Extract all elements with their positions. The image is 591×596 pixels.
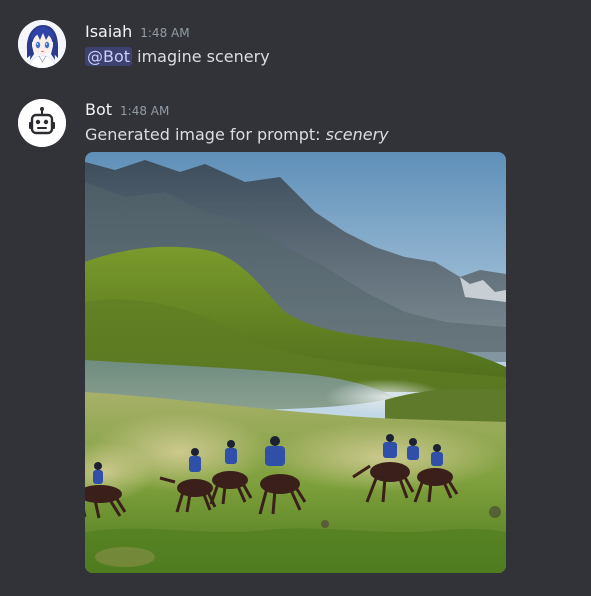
- username[interactable]: Isaiah: [85, 21, 132, 43]
- message-header: Isaiah 1:48 AM: [85, 21, 190, 44]
- bot-avatar[interactable]: [18, 99, 66, 147]
- message-text: Generated image for prompt:: [85, 125, 326, 144]
- message-item: Bot 1:48 AM Generated image for prompt: …: [0, 92, 591, 596]
- prompt-text: scenery: [325, 125, 389, 144]
- user-avatar[interactable]: [18, 20, 66, 68]
- message-header: Bot 1:48 AM: [85, 99, 169, 122]
- username[interactable]: Bot: [85, 99, 112, 121]
- timestamp: 1:48 AM: [140, 26, 190, 40]
- message-content: @Bot imagine scenery: [85, 46, 270, 68]
- anime-avatar-icon: [18, 20, 66, 68]
- message-item: Isaiah 1:48 AM @Bot imagine scenery: [0, 0, 591, 80]
- robot-icon: [18, 99, 66, 147]
- scenery-image: [85, 152, 506, 573]
- timestamp: 1:48 AM: [120, 104, 170, 118]
- image-attachment[interactable]: [85, 152, 506, 573]
- message-text: imagine scenery: [137, 47, 270, 66]
- message-content: Generated image for prompt: scenery: [85, 124, 389, 146]
- mention[interactable]: @Bot: [85, 47, 133, 66]
